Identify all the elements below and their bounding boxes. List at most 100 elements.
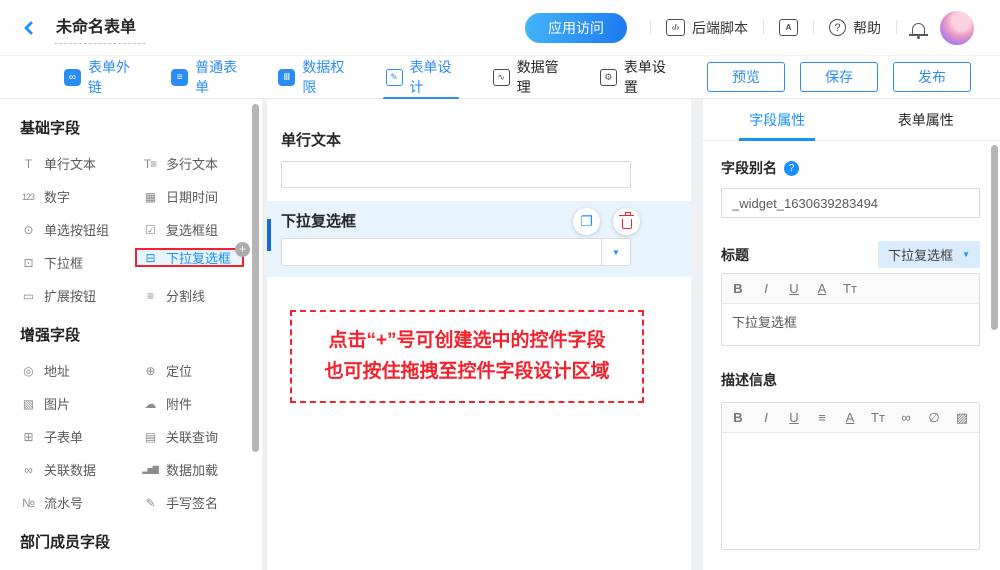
field-label: 扩展按钮 — [44, 286, 96, 305]
field-multi-line-text[interactable]: T≡ 多行文本 — [142, 154, 246, 173]
field-attachment[interactable]: ☁ 附件 — [142, 394, 246, 413]
single-line-input[interactable] — [281, 161, 631, 188]
underline-icon[interactable]: U — [780, 281, 808, 296]
tab-normal-form[interactable]: ≡ 普通表单 — [171, 56, 241, 99]
field-data-load[interactable]: ▂▅▇ 数据加载 — [142, 460, 246, 479]
widget-single-line-text[interactable]: 单行文本 — [267, 99, 691, 201]
link-icon: ∞ — [64, 69, 81, 86]
unlink-icon[interactable]: ∅ — [920, 410, 948, 426]
bold-icon[interactable]: B — [724, 410, 752, 425]
tab-label: 表单设计 — [410, 57, 456, 97]
code-icon: ‹/› — [666, 19, 685, 36]
font-size-icon[interactable]: Tт — [864, 410, 892, 425]
copy-widget-button[interactable]: ❐ — [573, 208, 600, 235]
description-label: 描述信息 — [721, 370, 980, 390]
field-radio-group[interactable]: ⊙ 单选按钮组 — [20, 220, 142, 239]
alias-label-row: 字段别名 ? — [721, 158, 980, 178]
italic-icon[interactable]: I — [752, 410, 780, 425]
field-address[interactable]: ◎ 地址 — [20, 361, 142, 380]
tab-form-design[interactable]: ✎ 表单设计 — [386, 56, 456, 99]
delete-widget-button[interactable] — [613, 208, 640, 235]
link-icon[interactable]: ∞ — [892, 410, 920, 425]
field-label: 流水号 — [44, 493, 83, 512]
widget-multi-select-selected[interactable]: 下拉复选框 ❐ ▼ — [267, 201, 691, 277]
caret-down-icon: ▼ — [612, 248, 620, 257]
title-type-dropdown[interactable]: 下拉复选框 ▼ — [878, 241, 980, 268]
panel-scrollbar[interactable] — [991, 145, 998, 330]
tab-field-properties[interactable]: 字段属性 — [703, 99, 852, 140]
basic-fields-grid: T 单行文本 T≡ 多行文本 123 数字 ▦ 日期时间 ⊙ 单选按钮组 ☑ 复… — [20, 154, 262, 305]
font-color-icon[interactable]: A — [808, 281, 836, 296]
field-extend-button[interactable]: ▭ 扩展按钮 — [20, 286, 142, 305]
field-select[interactable]: ⊡ 下拉框 — [20, 253, 142, 272]
field-sidebar: 基础字段 T 单行文本 T≡ 多行文本 123 数字 ▦ 日期时间 ⊙ 单选按钮… — [0, 99, 262, 570]
field-label: 图片 — [44, 394, 70, 413]
serial-number-icon: № — [20, 496, 36, 510]
underline-icon[interactable]: U — [780, 410, 808, 425]
dropdown-toggle[interactable]: ▼ — [601, 239, 630, 265]
widget-actions: ❐ — [573, 208, 640, 235]
field-checkbox-group[interactable]: ☑ 复选框组 — [142, 220, 246, 239]
avatar[interactable] — [940, 11, 974, 45]
tab-form-properties[interactable]: 表单属性 — [852, 99, 1000, 140]
field-linked-data[interactable]: ∞ 关联数据 — [20, 460, 142, 479]
tab-form-settings[interactable]: ⚙ 表单设置 — [600, 56, 670, 99]
field-signature[interactable]: ✎ 手写签名 — [142, 493, 246, 512]
save-button[interactable]: 保存 — [800, 62, 878, 92]
caret-down-icon: ▼ — [962, 250, 970, 259]
pen-icon: ✎ — [142, 496, 158, 510]
sidebar-scrollbar[interactable] — [252, 104, 259, 452]
alias-label: 字段别名 — [721, 158, 777, 178]
divider — [896, 20, 897, 35]
font-size-icon[interactable]: Tт — [836, 281, 864, 296]
field-subform[interactable]: ⊞ 子表单 — [20, 427, 142, 446]
field-divider[interactable]: ≡ 分割线 — [142, 286, 246, 305]
italic-icon[interactable]: I — [752, 281, 780, 296]
insert-image-icon[interactable]: ▨ — [948, 410, 976, 426]
bold-icon[interactable]: B — [724, 281, 752, 296]
help-link[interactable]: ? 帮助 — [829, 18, 881, 38]
align-icon[interactable]: ≡ — [808, 410, 836, 425]
field-serial-number[interactable]: № 流水号 — [20, 493, 142, 512]
field-location[interactable]: ⊕ 定位 — [142, 361, 246, 380]
checkbox-icon: ☑ — [142, 223, 158, 237]
description-editor-content[interactable] — [722, 433, 979, 549]
tab-data-permission[interactable]: Ⅲ 数据权限 — [278, 56, 348, 99]
add-field-button[interactable]: + — [235, 242, 250, 257]
toolbar-buttons: 预览 保存 发布 — [707, 62, 971, 92]
calendar-icon: ▦ — [142, 190, 158, 204]
font-color-icon[interactable]: A — [836, 410, 864, 425]
bell-icon[interactable] — [912, 23, 925, 34]
widget-label: 单行文本 — [281, 129, 691, 150]
tab-form-external-link[interactable]: ∞ 表单外链 — [64, 56, 134, 99]
textarea-icon: T≡ — [142, 157, 158, 171]
trash-icon — [622, 219, 632, 229]
contacts-icon[interactable]: A — [779, 19, 798, 36]
button-icon: ▭ — [20, 289, 36, 303]
title-editor-content[interactable]: 下拉复选框 — [722, 304, 979, 345]
multiselect-input[interactable]: ▼ — [281, 238, 631, 266]
tab-label: 数据管理 — [517, 57, 563, 97]
form-title[interactable]: 未命名表单 — [54, 11, 146, 44]
backend-script-link[interactable]: ‹/› 后端脚本 — [666, 18, 748, 38]
field-multi-select-dropdown[interactable]: ⊟ 下拉复选框 + — [135, 248, 244, 267]
title-type-value: 下拉复选框 — [888, 245, 953, 264]
select-icon: ⊡ — [20, 256, 36, 270]
field-number[interactable]: 123 数字 — [20, 187, 142, 206]
alias-input[interactable] — [721, 188, 980, 218]
toolbar: ∞ 表单外链 ≡ 普通表单 Ⅲ 数据权限 ✎ 表单设计 ∿ 数据管理 ⚙ 表单设… — [0, 56, 1000, 99]
number-icon: 123 — [20, 192, 36, 202]
publish-button[interactable]: 发布 — [893, 62, 971, 92]
help-circle-icon[interactable]: ? — [784, 161, 799, 176]
field-single-line-text[interactable]: T 单行文本 — [20, 154, 142, 173]
title-editor: B I U A Tт 下拉复选框 — [721, 273, 980, 346]
field-image[interactable]: ▧ 图片 — [20, 394, 142, 413]
field-linked-query[interactable]: ▤ 关联查询 — [142, 427, 246, 446]
title-label-row: 标题 下拉复选框 ▼ — [721, 241, 980, 268]
field-datetime[interactable]: ▦ 日期时间 — [142, 187, 246, 206]
preview-button[interactable]: 预览 — [707, 62, 785, 92]
back-icon[interactable] — [24, 20, 38, 34]
tab-data-management[interactable]: ∿ 数据管理 — [493, 56, 563, 99]
app-access-button[interactable]: 应用访问 — [525, 13, 627, 43]
gear-icon: ⚙ — [600, 69, 617, 86]
